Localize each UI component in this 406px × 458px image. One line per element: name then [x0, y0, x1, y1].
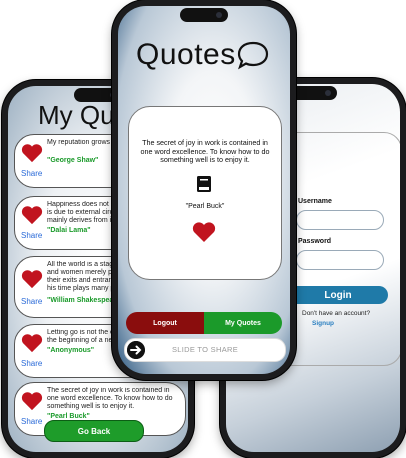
- slide-to-share-label: SLIDE TO SHARE: [171, 345, 239, 354]
- share-link[interactable]: Share: [21, 169, 42, 178]
- have-account-text: Don't have an account?: [302, 310, 371, 317]
- page-title: Quotes: [136, 38, 236, 71]
- username-label: Username: [298, 198, 332, 205]
- password-field[interactable]: [296, 250, 384, 270]
- quote-text: The secret of joy in work is contained i…: [140, 138, 270, 165]
- heart-icon[interactable]: [191, 221, 217, 243]
- share-link[interactable]: Share: [21, 417, 42, 426]
- my-quotes-button[interactable]: My Quotes: [204, 312, 282, 334]
- quotes-screen: Quotes The secret of joy in work is cont…: [118, 6, 290, 374]
- logout-button[interactable]: Logout: [126, 312, 204, 334]
- heart-icon[interactable]: [21, 391, 43, 411]
- go-back-button[interactable]: Go Back: [44, 420, 144, 442]
- share-link[interactable]: Share: [21, 231, 42, 240]
- heart-icon[interactable]: [21, 269, 43, 289]
- slide-to-share[interactable]: SLIDE TO SHARE: [124, 338, 286, 362]
- action-buttons: Logout My Quotes: [126, 312, 282, 334]
- phone-quotes: Quotes The secret of joy in work is cont…: [112, 0, 296, 380]
- book-icon: [197, 176, 211, 192]
- heart-icon[interactable]: [21, 143, 43, 163]
- quote-author: "Pearl Buck": [47, 413, 90, 420]
- quote-author: "Pearl Buck": [185, 203, 225, 210]
- share-link[interactable]: Share: [21, 297, 42, 306]
- quote-author: "Dalai Lama": [47, 227, 91, 234]
- heart-icon[interactable]: [21, 205, 43, 225]
- phone-notch: [289, 86, 337, 100]
- phone-notch: [180, 8, 228, 22]
- quote-card: The secret of joy in work is contained i…: [128, 106, 282, 280]
- heart-icon[interactable]: [21, 333, 43, 353]
- quote-author: "Anonymous": [47, 347, 95, 354]
- password-label: Password: [298, 238, 332, 245]
- login-button[interactable]: Login: [288, 286, 388, 304]
- signup-link[interactable]: Signup: [312, 320, 334, 327]
- speech-bubble-icon: [237, 41, 269, 70]
- quote-text: The secret of joy in work is contained i…: [47, 387, 173, 410]
- share-link[interactable]: Share: [21, 359, 42, 368]
- username-field[interactable]: [296, 210, 384, 230]
- quote-author: "George Shaw": [47, 157, 99, 164]
